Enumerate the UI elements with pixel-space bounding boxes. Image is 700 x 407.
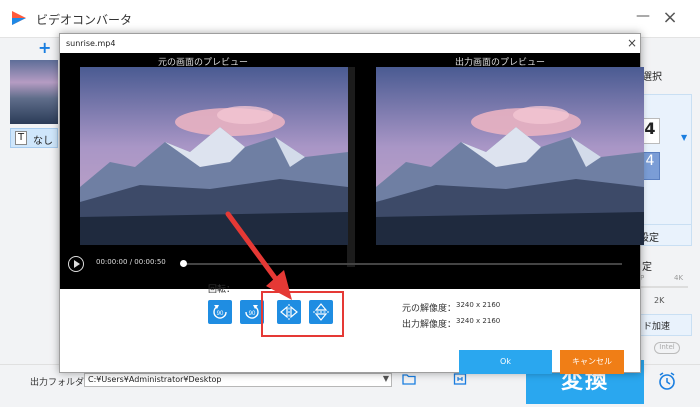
merge-icon[interactable] (453, 372, 467, 386)
add-file-button[interactable]: + (38, 38, 51, 57)
settings-button[interactable]: 設定 (638, 224, 692, 246)
app-close-button[interactable]: × (659, 8, 681, 30)
output-resolution-value: 3240 x 2160 (456, 317, 501, 325)
intel-toggle[interactable]: Intel (654, 342, 680, 354)
preview-area: 元の画面のプレビュー 出力画面のプレビュー 00:00:00 / 00:00:5… (60, 53, 644, 289)
dropdown-arrow-icon: ▼ (681, 133, 688, 142)
output-preview-image (376, 67, 644, 245)
resolution-scale: P 4K (640, 274, 688, 282)
time-total: 00:00:50 (134, 258, 166, 266)
close-icon[interactable]: × (626, 36, 638, 50)
highlight-box (261, 291, 344, 337)
play-icon[interactable] (68, 256, 84, 272)
ok-button[interactable]: Ok (459, 350, 552, 374)
rotate-dialog: sunrise.mp4 × 元の画面のプレビュー 出力画面のプレビュー 00:0… (59, 33, 644, 374)
rotate-left-icon: 90 (213, 305, 227, 319)
folder-icon[interactable] (402, 372, 416, 386)
alarm-clock-icon[interactable] (656, 370, 678, 392)
output-resolution-label: 出力解像度： (402, 320, 457, 330)
original-preview-image (80, 67, 348, 245)
minimize-button[interactable]: — (636, 8, 650, 28)
rotate-label: 回転： (208, 285, 236, 295)
subtitle-icon: T (15, 131, 27, 145)
video-thumbnail[interactable] (10, 60, 58, 124)
output-folder-field[interactable]: C:¥Users¥Administrator¥Desktop (84, 373, 392, 387)
original-resolution-value: 3240 x 2160 (456, 301, 501, 309)
rotate-left-button[interactable]: 90 (208, 300, 232, 324)
hardware-accel-button[interactable]: ド加速 (638, 314, 692, 336)
cancel-button[interactable]: キャンセル (560, 350, 624, 374)
dialog-title: sunrise.mp4 (66, 39, 116, 48)
time-current: 00:00:00 (96, 258, 128, 266)
resolution-title: 定 (642, 262, 652, 273)
rotate-right-text: 90 (249, 311, 256, 317)
playback-controls: 00:00:00 / 00:00:50 (60, 253, 640, 281)
seek-handle[interactable] (180, 260, 187, 267)
time-display: 00:00:00 / 00:00:50 (96, 258, 166, 266)
preview-divider (347, 67, 355, 267)
output-folder-value: C:¥Users¥Administrator¥Desktop (88, 375, 222, 384)
resolution-slider[interactable] (638, 286, 688, 288)
output-format-panel: 選択 ▼ 4 4 設定 定 P 4K 2K ド加速 Intel (638, 60, 700, 360)
subtitle-label: なし (33, 136, 53, 147)
resolution-value: 2K (654, 296, 665, 305)
scale-right-label: 4K (674, 274, 684, 282)
original-resolution-label: 元の解像度： (402, 304, 457, 314)
choose-format-label: 選択 (642, 72, 662, 83)
subtitle-selector[interactable]: T なし (10, 128, 58, 148)
rotate-left-text: 90 (217, 311, 224, 317)
app-logo-icon (12, 11, 26, 25)
chevron-down-icon[interactable]: ▼ (380, 374, 392, 386)
hardware-accel-label: ド加速 (643, 322, 671, 332)
app-title: ビデオコンバータ (36, 13, 133, 27)
time-separator: / (129, 258, 133, 266)
seek-bar[interactable] (180, 260, 622, 267)
